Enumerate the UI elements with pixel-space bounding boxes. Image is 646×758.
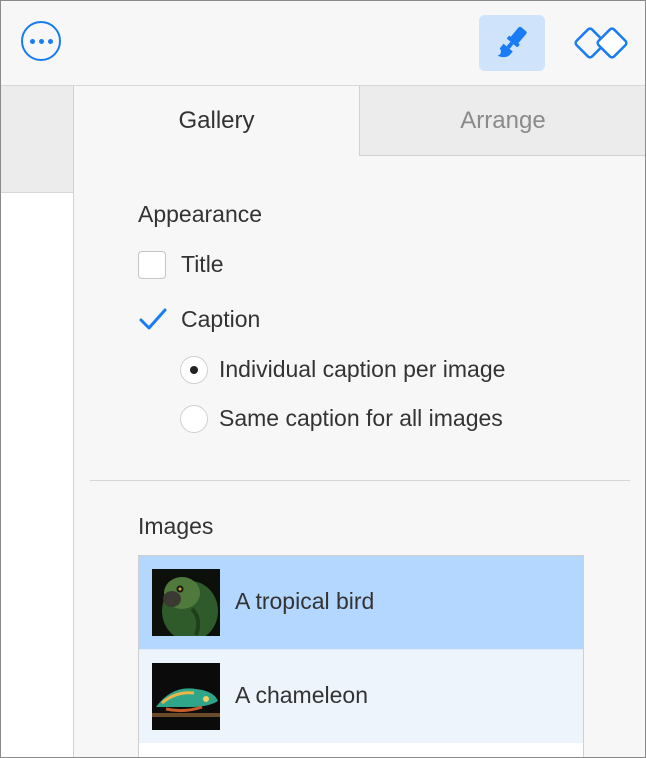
radio-same-caption-label[interactable]: Same caption for all images — [219, 405, 503, 432]
format-button[interactable] — [479, 15, 545, 71]
gallery-inspector: Gallery Arrange Appearance Title Caption… — [74, 86, 645, 757]
image-row-tropical-bird[interactable]: A tropical bird — [139, 556, 583, 649]
more-options-button[interactable] — [21, 21, 61, 61]
canvas-band — [1, 86, 73, 193]
checkmark-icon — [139, 308, 167, 330]
arrange-button[interactable] — [573, 19, 629, 67]
images-heading: Images — [138, 513, 214, 539]
dot — [29, 38, 35, 44]
arrange-diamond-icon — [574, 27, 628, 59]
inspector-tabs: Gallery Arrange — [74, 86, 645, 156]
caption-checkbox[interactable] — [138, 305, 168, 335]
section-divider — [90, 480, 630, 481]
title-checkbox[interactable] — [138, 251, 166, 279]
radio-individual-caption[interactable] — [180, 356, 208, 384]
radio-same-caption[interactable] — [180, 405, 208, 433]
tab-arrange[interactable]: Arrange — [359, 86, 645, 156]
appearance-heading: Appearance — [138, 201, 263, 227]
top-toolbar — [1, 1, 645, 86]
dot — [38, 38, 44, 44]
caption-checkbox-label[interactable]: Caption — [181, 306, 260, 333]
chameleon-thumbnail — [152, 663, 220, 730]
radio-individual-caption-label[interactable]: Individual caption per image — [219, 356, 505, 383]
dot — [47, 38, 53, 44]
inspector-window: Gallery Arrange Appearance Title Caption… — [0, 0, 646, 758]
image-caption-tropical-bird: A tropical bird — [235, 588, 375, 614]
tab-gallery[interactable]: Gallery — [74, 86, 359, 156]
document-canvas-edge — [1, 86, 74, 757]
tropical-bird-thumbnail — [152, 569, 220, 636]
image-caption-chameleon: A chameleon — [235, 682, 368, 708]
image-row-chameleon[interactable]: A chameleon — [139, 649, 583, 743]
title-checkbox-label[interactable]: Title — [181, 251, 224, 278]
images-list[interactable]: A tropical bird A chameleon — [138, 555, 584, 757]
paintbrush-icon — [497, 26, 527, 58]
